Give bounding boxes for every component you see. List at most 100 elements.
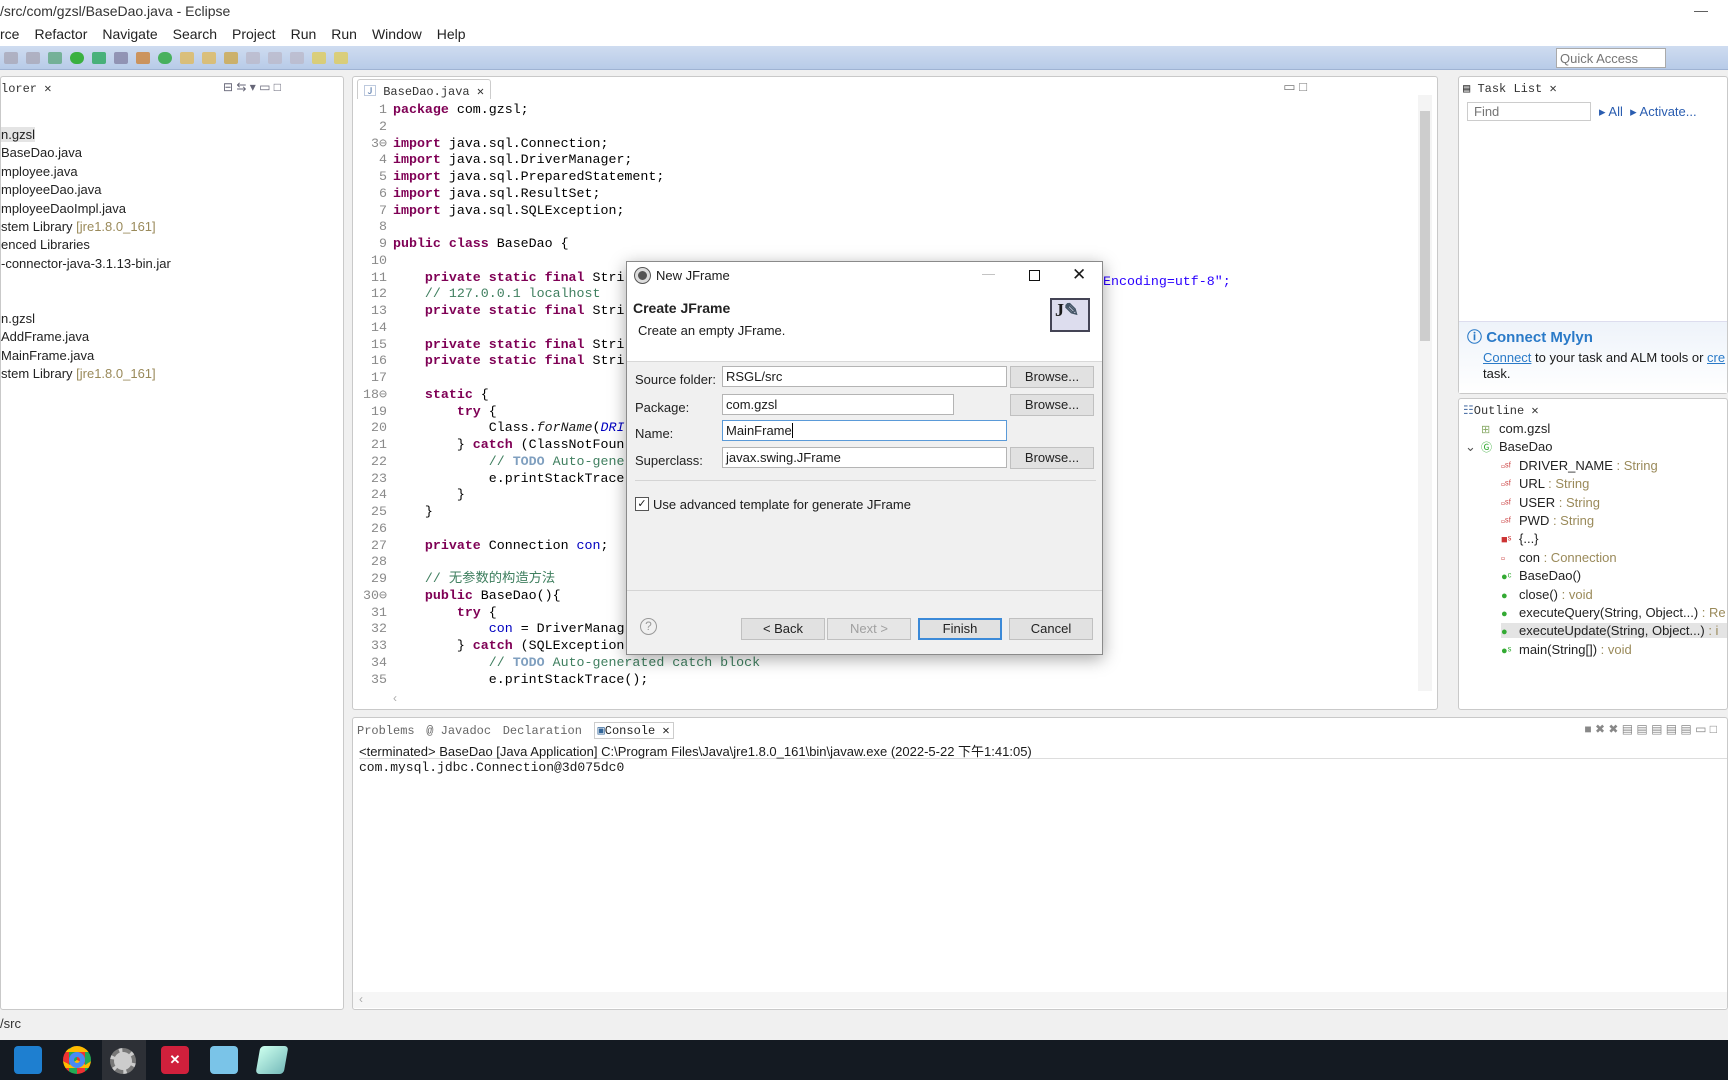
block-icon[interactable] — [290, 52, 304, 64]
external-tools-icon[interactable] — [92, 52, 106, 64]
search-tool-icon[interactable] — [224, 52, 238, 64]
explorer-tab[interactable]: lorer ✕ — [1, 81, 51, 96]
close-button[interactable]: ✕ — [1072, 265, 1086, 285]
superclass-input[interactable]: javax.swing.JFrame — [722, 447, 1007, 468]
new-class-icon[interactable] — [158, 52, 172, 64]
menu-source[interactable]: rce — [0, 23, 19, 42]
outline-item[interactable]: ▫ˢᶠ PWD : String — [1501, 513, 1594, 528]
explorer-item[interactable]: MainFrame.java — [1, 348, 94, 363]
next-button[interactable]: Next > — [827, 618, 911, 640]
explorer-item[interactable]: stem Library [jre1.8.0_161] — [1, 219, 156, 234]
outline-item[interactable]: ▫ˢᶠ DRIVER_NAME : String — [1501, 458, 1658, 473]
code-token: java.sql.PreparedStatement; — [440, 169, 665, 184]
open-type-icon[interactable] — [180, 52, 194, 64]
explorer-item[interactable]: mployee.java — [1, 164, 78, 179]
menu-run-2[interactable]: Run — [331, 23, 357, 42]
quick-access-input[interactable] — [1556, 48, 1666, 68]
annotation-icon[interactable] — [246, 52, 260, 64]
skip-breakpoints-icon[interactable] — [114, 52, 128, 64]
outline-item[interactable]: ▫ˢᶠ USER : String — [1501, 495, 1600, 510]
eclipse-taskbar-item[interactable] — [102, 1040, 146, 1080]
browse-source-folder-button[interactable]: Browse... — [1010, 366, 1094, 388]
collapse-all-icon[interactable]: ⊟ ⇆ ▾ ▭ □ — [223, 80, 281, 94]
browse-superclass-button[interactable]: Browse... — [1010, 447, 1094, 469]
code-token: Class. — [393, 420, 537, 436]
tab-javadoc[interactable]: @ Javadoc — [426, 724, 491, 738]
code-token: DRI — [600, 420, 625, 436]
code-token: java.sql.ResultSet; — [440, 185, 601, 201]
menu-navigate[interactable]: Navigate — [102, 23, 157, 42]
chrome-icon[interactable] — [63, 1046, 91, 1074]
explorer-item[interactable]: enced Libraries — [1, 237, 90, 252]
outline-item[interactable]: ⊞ com.gzsl — [1481, 421, 1550, 436]
tab-declaration[interactable]: Declaration — [503, 724, 582, 738]
chevron-down-icon[interactable]: ⌄ — [1465, 439, 1476, 455]
explorer-item[interactable]: BaseDao.java — [1, 145, 82, 160]
explorer-item[interactable]: AddFrame.java — [1, 329, 89, 344]
menu-run[interactable]: Run — [291, 23, 317, 42]
mylyn-text: to your task and ALM tools or — [1531, 350, 1708, 365]
save-icon[interactable] — [4, 52, 18, 64]
outline-item[interactable]: ●ˢ main(String[]) : void — [1501, 642, 1632, 657]
explorer-item[interactable]: stem Library [jre1.8.0_161] — [1, 366, 156, 381]
source-folder-input[interactable]: RSGL/src — [722, 366, 1007, 387]
menu-window[interactable]: Window — [372, 23, 422, 42]
tab-outline[interactable]: ☷Outline ✕ — [1463, 403, 1539, 418]
back-button[interactable]: < Back — [741, 618, 825, 640]
open-folder-icon[interactable] — [202, 52, 216, 64]
debug-icon[interactable] — [48, 52, 62, 64]
name-input[interactable]: MainFrame — [722, 420, 1007, 441]
outline-item[interactable]: ● close() : void — [1501, 587, 1593, 602]
outline-item[interactable]: ● executeQuery(String, Object...) : Re — [1501, 605, 1726, 620]
tab-problems[interactable]: Problems — [357, 724, 415, 738]
minimize-button[interactable]: — — [1694, 2, 1708, 18]
notepad-icon[interactable] — [255, 1046, 289, 1074]
toggle-icon[interactable] — [268, 52, 282, 64]
scrollbar-thumb[interactable] — [1420, 111, 1430, 341]
minimize-button[interactable]: — — [982, 266, 995, 281]
package-input[interactable]: com.gzsl — [722, 394, 954, 415]
outline-item[interactable]: ⌄ Ⓖ BaseDao — [1465, 439, 1552, 455]
run-icon[interactable] — [70, 52, 84, 64]
activate-link[interactable]: ▸ Activate... — [1630, 104, 1697, 119]
menu-help[interactable]: Help — [437, 23, 466, 42]
explorer-item[interactable]: mployeeDao.java — [1, 182, 101, 197]
explorer-item[interactable]: -connector-java-3.1.13-bin.jar — [1, 256, 171, 271]
console-hscroll[interactable]: ‹ — [353, 992, 1727, 1008]
explorer-item[interactable]: mployeeDaoImpl.java — [1, 201, 126, 216]
back-icon[interactable] — [312, 52, 326, 64]
maximize-button[interactable] — [1029, 270, 1040, 281]
explorer-item[interactable]: n.gzsl — [1, 127, 35, 142]
xmind-icon[interactable]: ✕ — [161, 1046, 189, 1074]
tab-task-list[interactable]: ▤ Task List ✕ — [1463, 81, 1557, 96]
outline-item[interactable]: ▫ con : Connection — [1501, 550, 1617, 565]
menu-search[interactable]: Search — [173, 23, 217, 42]
connect-link[interactable]: Connect — [1483, 350, 1531, 365]
help-icon[interactable]: ? — [640, 618, 657, 635]
browse-package-button[interactable]: Browse... — [1010, 394, 1094, 416]
forward-icon[interactable] — [334, 52, 348, 64]
code-token: Connection — [480, 537, 577, 553]
cancel-button[interactable]: Cancel — [1009, 618, 1093, 640]
filter-all-link[interactable]: ▸ All — [1599, 104, 1623, 119]
outline-item[interactable]: ●ᶜ BaseDao() — [1501, 568, 1581, 583]
finish-button[interactable]: Finish — [918, 618, 1002, 640]
explorer-item[interactable]: n.gzsl — [1, 311, 35, 326]
advanced-template-checkbox[interactable]: ✓ — [635, 497, 649, 511]
create-link[interactable]: cre — [1707, 350, 1725, 365]
outline-item[interactable]: ▫ˢᶠ URL : String — [1501, 476, 1589, 491]
horizontal-scrollbar[interactable]: ‹ — [393, 691, 1433, 707]
tab-console[interactable]: ▣Console ✕ — [593, 722, 674, 739]
task-find-input[interactable] — [1467, 102, 1591, 121]
code-token: { — [472, 386, 489, 402]
menu-project[interactable]: Project — [232, 23, 276, 42]
vscode-icon[interactable] — [14, 1046, 42, 1074]
menu-refactor[interactable]: Refactor — [34, 23, 87, 42]
console-toolbar-icons[interactable]: ■ ✖ ✖ ▤ ▤ ▤ ▤ ▤ ▭ □ — [1584, 722, 1717, 736]
new-package-icon[interactable] — [136, 52, 150, 64]
outline-item[interactable]: ● executeUpdate(String, Object...) : i — [1501, 623, 1727, 639]
print-icon[interactable] — [26, 52, 40, 64]
app-icon[interactable] — [210, 1046, 238, 1074]
name-label: Name: — [635, 426, 674, 441]
outline-item[interactable]: ■ˢ {...} — [1501, 531, 1539, 546]
